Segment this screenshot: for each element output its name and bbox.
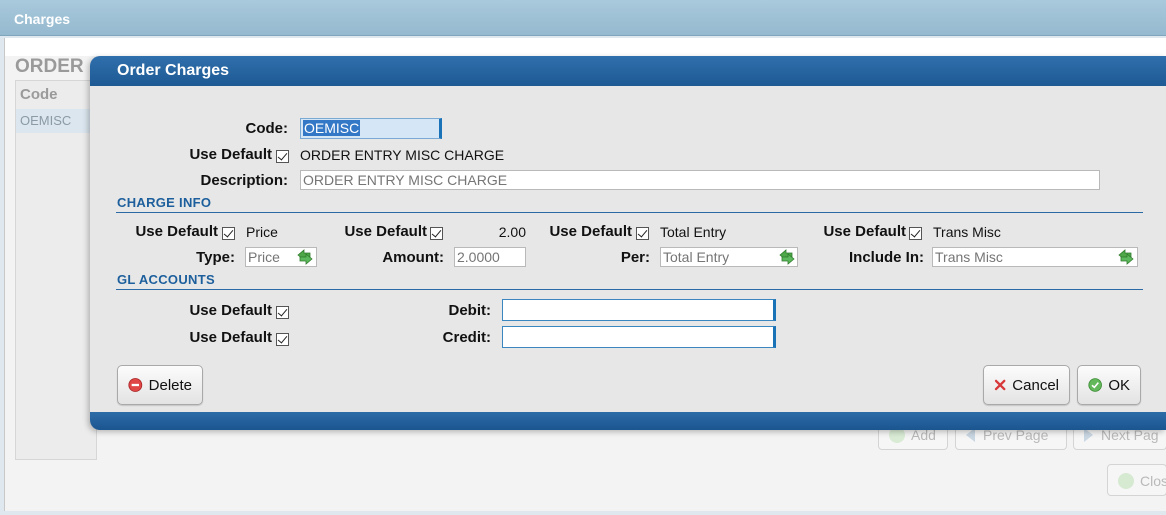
include-default-text: Trans Misc	[933, 224, 1001, 240]
page-heading: ORDER	[15, 56, 84, 77]
per-label: Per:	[620, 249, 650, 266]
use-default-type-label: Use Default	[135, 223, 218, 240]
codes-list: Code OEMISC	[15, 80, 97, 460]
arrow-right-icon	[1084, 428, 1093, 442]
default-description-text: ORDER ENTRY MISC CHARGE	[300, 147, 505, 163]
per-lookup-icon[interactable]	[778, 248, 796, 266]
charge-info-section-title: CHARGE INFO	[117, 195, 212, 210]
ok-button[interactable]: OK	[1077, 365, 1141, 405]
debit-input[interactable]	[502, 299, 776, 321]
close-x-icon	[994, 379, 1006, 391]
credit-input[interactable]	[502, 326, 776, 348]
charge-info-divider	[116, 212, 1143, 213]
check-icon	[1088, 378, 1102, 392]
credit-label: Credit:	[442, 329, 491, 346]
per-default-text: Total Entry	[660, 224, 727, 240]
amount-default-text: 2.00	[498, 224, 526, 240]
check-icon	[1118, 473, 1134, 489]
use-default-per-checkbox[interactable]	[636, 227, 649, 240]
dialog-title: Order Charges	[90, 56, 1166, 86]
amount-label: Amount:	[382, 249, 444, 266]
close-label: Clos	[1140, 473, 1166, 489]
ok-label: OK	[1108, 376, 1130, 394]
delete-label: Delete	[148, 376, 192, 394]
description-label: Description:	[200, 172, 288, 189]
type-default-text: Price	[246, 224, 278, 240]
code-value: OEMISC	[303, 120, 361, 136]
use-default-desc-checkbox[interactable]	[276, 150, 289, 163]
type-lookup-icon[interactable]	[296, 248, 314, 266]
use-default-credit-label: Use Default	[189, 329, 272, 346]
use-default-include-label: Use Default	[823, 223, 906, 240]
debit-label: Debit:	[448, 302, 492, 319]
order-charges-dialog: Order Charges Code: OEMISC Use Default O…	[90, 56, 1166, 430]
gl-accounts-divider	[116, 289, 1143, 290]
arrow-left-icon	[966, 428, 975, 442]
dialog-footer-bar	[90, 412, 1166, 430]
type-label: Type:	[196, 249, 235, 266]
list-header-code: Code	[20, 86, 58, 103]
charges-window-title: Charges	[14, 11, 71, 27]
use-default-debit-label: Use Default	[189, 302, 272, 319]
code-label: Code:	[245, 120, 289, 137]
use-default-include-checkbox[interactable]	[909, 227, 922, 240]
include-in-lookup-icon[interactable]	[1117, 248, 1135, 266]
cancel-button[interactable]: Cancel	[983, 365, 1070, 405]
list-item-code: OEMISC	[20, 113, 72, 128]
gl-accounts-section-title: GL ACCOUNTS	[117, 272, 215, 287]
use-default-amount-label: Use Default	[344, 223, 427, 240]
cancel-label: Cancel	[1012, 376, 1059, 394]
include-in-label: Include In:	[849, 249, 924, 266]
amount-input[interactable]	[454, 247, 526, 267]
include-in-input[interactable]	[932, 247, 1138, 267]
list-item[interactable]: OEMISC	[16, 109, 96, 133]
use-default-credit-checkbox[interactable]	[276, 333, 289, 346]
close-button[interactable]: Clos	[1107, 464, 1166, 496]
use-default-type-checkbox[interactable]	[222, 227, 235, 240]
charges-window-header: Charges	[0, 0, 1166, 36]
use-default-debit-checkbox[interactable]	[276, 306, 289, 319]
description-input[interactable]	[300, 170, 1100, 190]
use-default-per-label: Use Default	[549, 223, 632, 240]
use-default-desc-label: Use Default	[189, 146, 272, 163]
toolbar-strip	[5, 38, 1166, 56]
code-input[interactable]: OEMISC	[300, 118, 442, 139]
use-default-amount-checkbox[interactable]	[430, 227, 443, 240]
delete-button[interactable]: Delete	[117, 365, 203, 405]
delete-icon	[128, 378, 143, 392]
